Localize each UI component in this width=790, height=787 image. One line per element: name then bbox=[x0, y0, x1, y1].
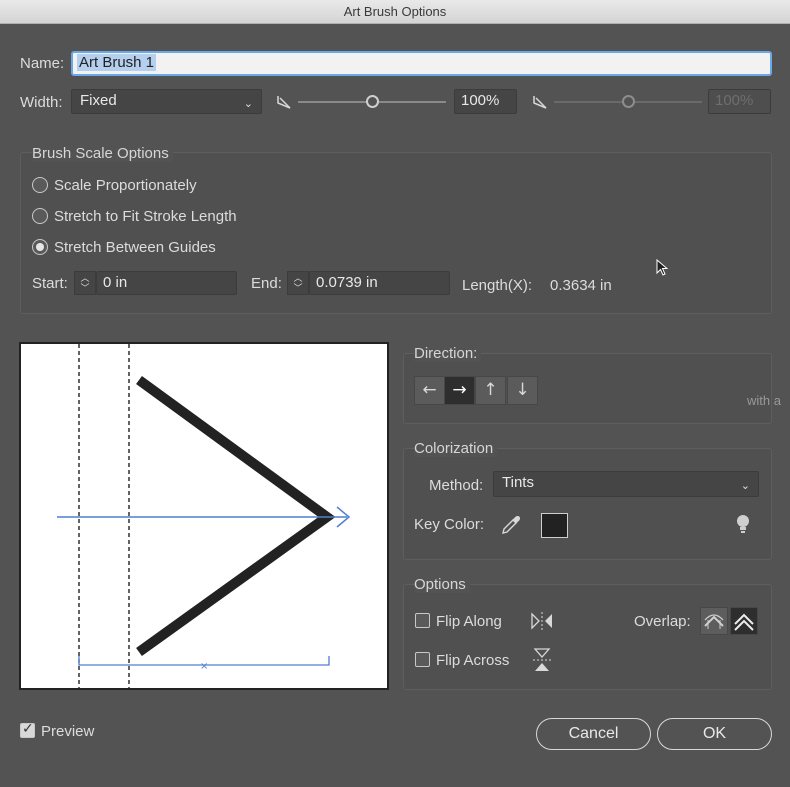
colorization-method-select[interactable]: Tints ⌄ bbox=[493, 471, 759, 497]
chevron-down-icon: ⌄ bbox=[243, 98, 253, 110]
lightbulb-tips-icon[interactable] bbox=[735, 514, 751, 536]
flip-along-icon bbox=[531, 612, 552, 630]
scale-option-label: Scale Proportionately bbox=[54, 177, 197, 194]
direction-title: Direction: bbox=[414, 345, 482, 362]
colorization-title: Colorization bbox=[414, 440, 498, 457]
width-value-2-input: 100% bbox=[708, 89, 771, 114]
radio-stretch-to-fit[interactable] bbox=[32, 208, 48, 224]
eyedropper-icon[interactable] bbox=[500, 514, 522, 536]
flip-along-checkbox[interactable] bbox=[415, 613, 430, 628]
method-label: Method: bbox=[429, 477, 484, 494]
radio-stretch-between-guides[interactable] bbox=[32, 239, 48, 255]
width-slider-2-knob bbox=[621, 95, 635, 108]
options-group bbox=[403, 584, 772, 690]
brush-scale-title: Brush Scale Options bbox=[32, 145, 173, 162]
direction-right-button[interactable]: → bbox=[444, 376, 475, 405]
stray-text: with a bbox=[747, 393, 781, 408]
scale-option-label: Stretch Between Guides bbox=[54, 239, 216, 256]
overlap-none-button[interactable] bbox=[730, 607, 758, 635]
direction-left-button[interactable]: ← bbox=[414, 376, 445, 405]
overlap-none-icon bbox=[734, 613, 754, 631]
brush-chevron-art bbox=[136, 375, 336, 657]
start-stepper[interactable]: ︿ ﹀ bbox=[74, 271, 96, 295]
width-value-input[interactable]: 100% bbox=[454, 89, 517, 114]
name-input-value: Art Brush 1 bbox=[77, 54, 157, 71]
overlap-adjust-button[interactable] bbox=[700, 607, 728, 635]
length-value: 0.3634 in bbox=[550, 277, 612, 294]
brush-preview-canvas[interactable]: × bbox=[19, 342, 389, 690]
key-color-swatch[interactable] bbox=[541, 513, 568, 538]
window-title: Art Brush Options bbox=[0, 0, 790, 24]
options-title: Options bbox=[414, 576, 470, 593]
length-label: Length(X): bbox=[462, 277, 533, 294]
start-input[interactable]: 0 in bbox=[96, 271, 237, 295]
cancel-button[interactable]: Cancel bbox=[536, 718, 651, 750]
name-input[interactable]: Art Brush 1 bbox=[71, 51, 772, 76]
key-color-label: Key Color: bbox=[414, 516, 485, 533]
width-slider-knob[interactable] bbox=[365, 95, 379, 108]
end-input[interactable]: 0.0739 in bbox=[309, 271, 450, 295]
flip-across-icon bbox=[533, 648, 551, 671]
start-label: Start: bbox=[32, 275, 68, 292]
width-label: Width: bbox=[20, 94, 63, 111]
width-method-value: Fixed bbox=[80, 92, 117, 109]
width-taper-icon-2 bbox=[533, 96, 547, 109]
width-taper-icon bbox=[277, 96, 291, 109]
flip-along-label: Flip Along bbox=[436, 613, 502, 630]
flip-across-checkbox[interactable] bbox=[415, 652, 430, 667]
preview-checkbox[interactable] bbox=[20, 721, 35, 738]
overlap-adjust-icon bbox=[704, 614, 724, 629]
end-label: End: bbox=[251, 275, 282, 292]
name-label: Name: bbox=[20, 55, 65, 72]
colorization-group bbox=[403, 448, 772, 560]
scale-option-label: Stretch to Fit Stroke Length bbox=[54, 208, 237, 225]
radio-scale-proportionately[interactable] bbox=[32, 177, 48, 193]
preview-label: Preview bbox=[41, 723, 95, 740]
colorization-method-value: Tints bbox=[502, 474, 534, 491]
direction-down-button[interactable]: ↓ bbox=[507, 376, 538, 405]
brush-preview-drawing: × bbox=[57, 344, 351, 688]
chevron-down-icon: ⌄ bbox=[740, 480, 750, 492]
ok-button[interactable]: OK bbox=[657, 718, 772, 750]
length-bracket-center-mark: × bbox=[200, 661, 208, 672]
flip-across-label: Flip Across bbox=[436, 652, 510, 669]
direction-up-button[interactable]: ↑ bbox=[475, 376, 506, 405]
end-stepper[interactable]: ︿ ﹀ bbox=[287, 271, 309, 295]
overlap-label: Overlap: bbox=[634, 613, 691, 630]
mouse-cursor-icon bbox=[656, 259, 668, 276]
width-method-select[interactable]: Fixed ⌄ bbox=[71, 89, 262, 114]
